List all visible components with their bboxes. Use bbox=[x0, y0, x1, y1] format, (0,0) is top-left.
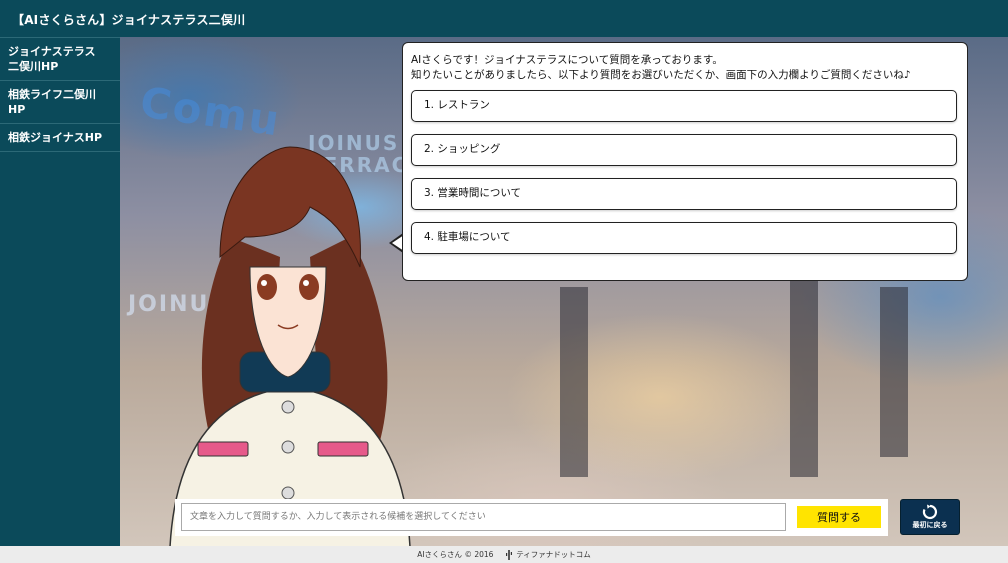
choice-parking[interactable]: 4. 駐車場について bbox=[411, 222, 957, 254]
sidebar-item-sotetsu-life[interactable]: 相鉄ライフ二俣川HP bbox=[0, 81, 120, 124]
character-avatar bbox=[169, 146, 411, 546]
copyright-text: AIさくらさん © 2016 bbox=[417, 550, 494, 559]
background-sign: Comu bbox=[137, 77, 285, 146]
sidebar-item-label: 相鉄ライフ二俣川HP bbox=[8, 88, 96, 116]
question-bar: 質問する bbox=[175, 499, 888, 536]
footer: AIさくらさん © 2016 ティファナドットコム bbox=[0, 546, 1008, 563]
background-pillar bbox=[880, 287, 908, 457]
cactus-icon bbox=[505, 550, 512, 560]
sidebar-item-label: ジョイナステラス bbox=[8, 45, 96, 58]
background-pillar bbox=[560, 287, 588, 477]
app-title: 【AIさくらさん】ジョイナステラス二俣川 bbox=[12, 13, 246, 27]
choice-restaurant[interactable]: 1. レストラン bbox=[411, 90, 957, 122]
header-bar: 【AIさくらさん】ジョイナステラス二俣川 bbox=[0, 0, 1008, 37]
question-input[interactable] bbox=[181, 503, 786, 531]
choice-business-hours[interactable]: 3. 営業時間について bbox=[411, 178, 957, 210]
reset-button[interactable]: 最初に戻る bbox=[900, 499, 960, 535]
reset-label: 最初に戻る bbox=[912, 521, 948, 529]
choice-shopping[interactable]: 2. ショッピング bbox=[411, 134, 957, 166]
refresh-icon bbox=[922, 504, 938, 520]
background-pillar bbox=[790, 277, 818, 477]
sidebar: ジョイナステラス 二俣川HP 相鉄ライフ二俣川HP 相鉄ジョイナスHP bbox=[0, 37, 120, 546]
speech-bubble: AIさくらです！ジョイナステラスについて質問を承っております。 知りたいことがあり… bbox=[402, 42, 968, 281]
ask-button[interactable]: 質問する bbox=[797, 506, 881, 528]
bubble-message: AIさくらです！ジョイナステラスについて質問を承っております。 知りたいことがあり… bbox=[411, 54, 911, 81]
main-stage: Comu JOINUS TERRACE JOINUS AIさくらです！ジョイナステ… bbox=[120, 37, 1008, 546]
sidebar-item-label: 相鉄ジョイナスHP bbox=[8, 131, 103, 144]
company-text: ティファナドットコム bbox=[516, 550, 591, 559]
sidebar-item-joinus-terrace[interactable]: ジョイナステラス 二俣川HP bbox=[0, 38, 120, 81]
sidebar-item-label: 二俣川HP bbox=[8, 60, 59, 73]
sidebar-item-sotetsu-joinus[interactable]: 相鉄ジョイナスHP bbox=[0, 124, 120, 152]
